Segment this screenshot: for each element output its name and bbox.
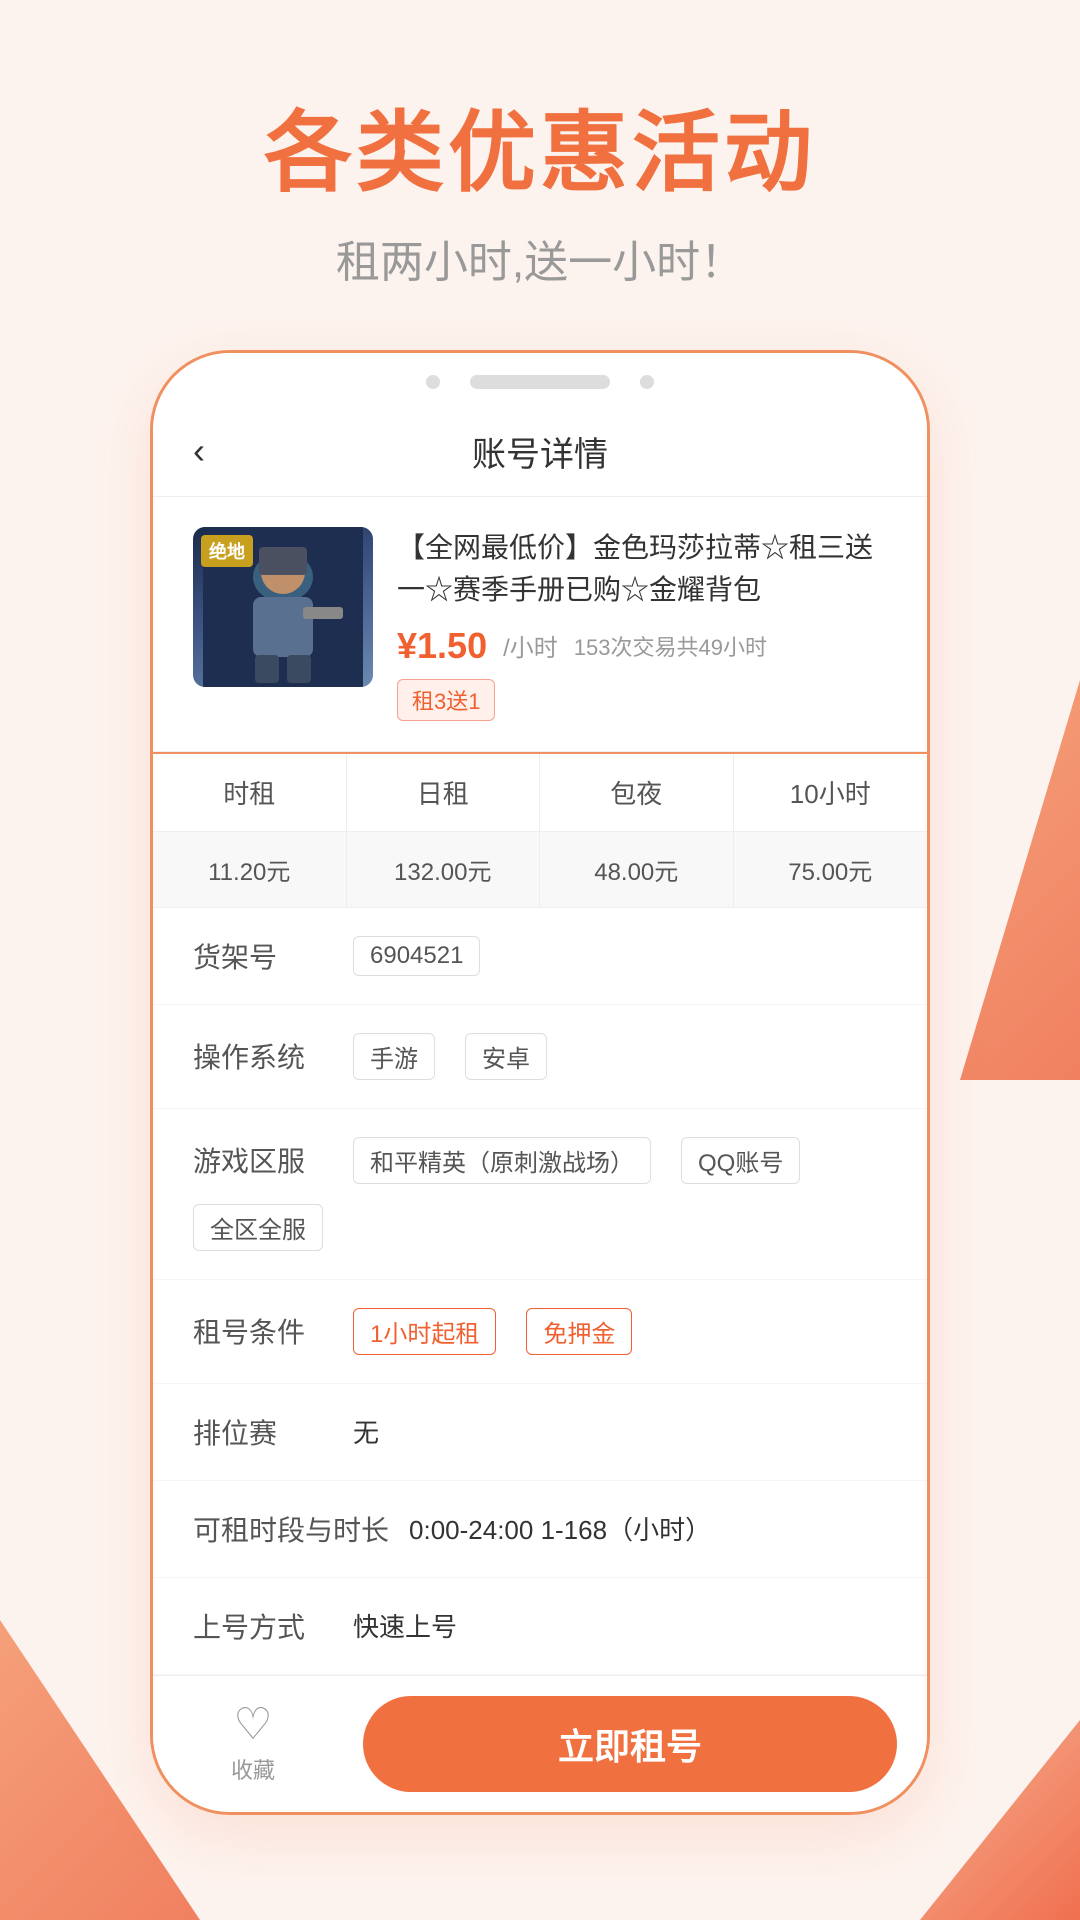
- tag-os-android: 安卓: [465, 1033, 547, 1080]
- price-val-shizu: 11.20元: [153, 832, 347, 907]
- product-price-row: ¥1.50 /小时 153次交易共49小时: [397, 625, 887, 667]
- info-row-ranked: 排位赛 无: [153, 1384, 927, 1481]
- label-shelf: 货架号: [193, 936, 333, 976]
- phone-mockup: ‹ 账号详情: [150, 350, 930, 1815]
- account-header-title: 账号详情: [472, 427, 608, 476]
- product-tag: 租3送1: [397, 679, 495, 721]
- product-image: 绝地: [193, 527, 373, 687]
- price-val-rizu: 132.00元: [347, 832, 541, 907]
- value-timerange: 0:00-24:00 1-168（小时）: [409, 1510, 711, 1547]
- product-info: 【全网最低价】金色玛莎拉蒂☆租三送一☆赛季手册已购☆金耀背包 ¥1.50 /小时…: [397, 527, 887, 721]
- tag-min-1h: 1小时起租: [353, 1308, 496, 1355]
- info-section: 货架号 6904521 操作系统 手游 安卓 游戏区服 和平精英（原刺激战场） …: [153, 908, 927, 1675]
- account-header: ‹ 账号详情: [153, 407, 927, 497]
- label-timerange: 可租时段与时长: [193, 1509, 389, 1549]
- hero-title: 各类优惠活动: [0, 100, 1080, 206]
- price-header-10h: 10小时: [734, 754, 928, 831]
- phone-top-bar: [153, 353, 927, 407]
- info-row-login-method: 上号方式 快速上号: [153, 1578, 927, 1675]
- bg-decor-right: [960, 680, 1080, 1080]
- tag-server-game: 和平精英（原刺激战场）: [353, 1137, 651, 1184]
- info-row-os: 操作系统 手游 安卓: [153, 1005, 927, 1109]
- label-server: 游戏区服: [193, 1140, 333, 1180]
- tag-os-mobile: 手游: [353, 1033, 435, 1080]
- price-header-baoye: 包夜: [540, 754, 734, 831]
- price-val-10h: 75.00元: [734, 832, 928, 907]
- hero-subtitle: 租两小时,送一小时！: [0, 226, 1080, 290]
- price-table-row: 11.20元 132.00元 48.00元 75.00元: [153, 832, 927, 907]
- product-price: ¥1.50: [397, 625, 487, 667]
- info-row-server: 游戏区服 和平精英（原刺激战场） QQ账号 全区全服: [153, 1109, 927, 1280]
- back-button[interactable]: ‹: [193, 430, 205, 472]
- heart-icon: ♡: [233, 1703, 272, 1747]
- product-stats: 153次交易共49小时: [574, 630, 767, 662]
- price-unit: /小时: [503, 628, 558, 663]
- info-row-timerange: 可租时段与时长 0:00-24:00 1-168（小时）: [153, 1481, 927, 1578]
- rent-button[interactable]: 立即租号: [363, 1696, 897, 1792]
- price-header-rizu: 日租: [347, 754, 541, 831]
- hero-section: 各类优惠活动 租两小时,送一小时！: [0, 0, 1080, 350]
- info-row-shelf: 货架号 6904521: [153, 908, 927, 1005]
- game-badge: 绝地: [201, 535, 253, 567]
- price-val-baoye: 48.00元: [540, 832, 734, 907]
- tag-no-deposit: 免押金: [526, 1308, 632, 1355]
- phone-dot-left: [426, 375, 440, 389]
- bg-decor-bottom-right: [920, 1720, 1080, 1920]
- value-ranked: 无: [353, 1413, 379, 1450]
- price-table-header: 时租 日租 包夜 10小时: [153, 752, 927, 832]
- label-login-method: 上号方式: [193, 1606, 333, 1646]
- bottom-bar: ♡ 收藏 立即租号: [153, 1675, 927, 1812]
- label-ranked: 排位赛: [193, 1412, 333, 1452]
- value-login-method: 快速上号: [353, 1607, 457, 1644]
- tag-shelf-number: 6904521: [353, 936, 480, 976]
- label-os: 操作系统: [193, 1036, 333, 1076]
- label-conditions: 租号条件: [193, 1311, 333, 1351]
- price-header-shizu: 时租: [153, 754, 347, 831]
- phone-pill: [470, 375, 610, 389]
- price-table: 时租 日租 包夜 10小时 11.20元 132.00元 48.00元 75.0…: [153, 752, 927, 908]
- tag-server-all: 全区全服: [193, 1204, 323, 1251]
- favorite-section[interactable]: ♡ 收藏: [153, 1703, 353, 1785]
- product-title: 【全网最低价】金色玛莎拉蒂☆租三送一☆赛季手册已购☆金耀背包: [397, 527, 887, 611]
- product-card: 绝地 【全网最低价】金色玛莎拉蒂☆租三送一☆赛季手册已购☆金耀背包 ¥1.50 …: [153, 497, 927, 752]
- info-row-conditions: 租号条件 1小时起租 免押金: [153, 1280, 927, 1384]
- favorite-label: 收藏: [231, 1753, 275, 1785]
- tag-server-qq: QQ账号: [681, 1137, 800, 1184]
- phone-dot-right: [640, 375, 654, 389]
